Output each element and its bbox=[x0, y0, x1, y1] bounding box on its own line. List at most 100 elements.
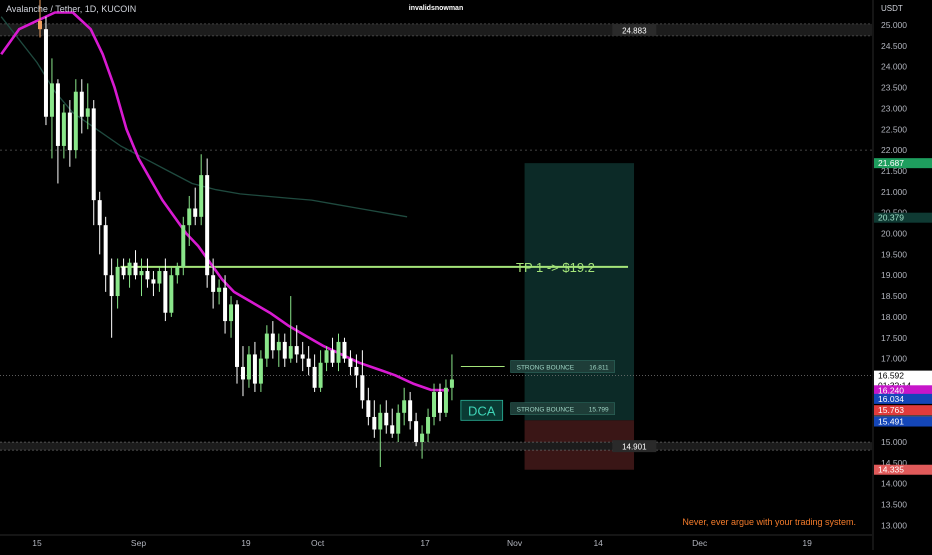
high-band bbox=[0, 23, 872, 36]
candle-body bbox=[205, 175, 210, 276]
candle-body bbox=[420, 433, 425, 442]
tp-label: TP 1 -> $19.2 bbox=[516, 260, 595, 275]
candle-body bbox=[449, 379, 454, 388]
candle-body bbox=[181, 225, 186, 267]
candlestick-chart[interactable]: TP 1 -> $19.2 DCA STRONG BOUNCE 16.811 STRON… bbox=[0, 0, 932, 550]
candle-body bbox=[252, 354, 257, 384]
candle-body bbox=[378, 412, 383, 430]
price-tick: 22.500 bbox=[881, 124, 907, 134]
bounce-box-2-label: STRONG BOUNCE bbox=[517, 407, 575, 414]
price-tick: 24.500 bbox=[881, 41, 907, 51]
candle-body bbox=[300, 354, 305, 359]
candle-body bbox=[193, 208, 198, 217]
candle-body bbox=[199, 175, 204, 217]
price-tag-text-8: 15.491 bbox=[878, 417, 904, 427]
candle-body bbox=[61, 112, 66, 146]
time-tick: 15 bbox=[32, 538, 42, 548]
high-marker-tag-text: 24.883 bbox=[622, 26, 647, 35]
candle-body bbox=[432, 391, 437, 417]
candle-body bbox=[115, 266, 120, 297]
candle-body bbox=[294, 346, 299, 355]
candle-body bbox=[342, 341, 347, 359]
candle-body bbox=[73, 91, 78, 151]
candle-body bbox=[169, 275, 174, 313]
price-tick: 20.000 bbox=[881, 229, 907, 239]
price-tag-text-3: 16.592 bbox=[878, 371, 904, 381]
candle-body bbox=[121, 266, 126, 276]
candle-body bbox=[109, 275, 114, 297]
price-tag-text-5: 16.034 bbox=[878, 394, 904, 404]
price-tag-text-10: 14.335 bbox=[878, 465, 904, 475]
price-tick: 24.000 bbox=[881, 62, 907, 72]
price-tag-text-2: 20.379 bbox=[878, 213, 904, 223]
candle-body bbox=[414, 421, 419, 442]
candle-body bbox=[426, 416, 431, 434]
candle-body bbox=[282, 341, 287, 359]
candle-body bbox=[97, 200, 102, 226]
bounce-box-1-value: 16.811 bbox=[589, 364, 609, 371]
candle-body bbox=[229, 304, 234, 322]
candle-body bbox=[133, 262, 138, 276]
time-tick: 17 bbox=[420, 538, 430, 548]
candle-body bbox=[336, 341, 341, 363]
candle-body bbox=[187, 208, 192, 226]
bounce-box-1-label: STRONG BOUNCE bbox=[517, 364, 575, 371]
currency-label[interactable]: USDT bbox=[881, 4, 903, 13]
price-tick: 13.500 bbox=[881, 500, 907, 510]
time-tick: Dec bbox=[692, 538, 708, 548]
price-tick: 19.000 bbox=[881, 270, 907, 280]
position-zones bbox=[524, 163, 635, 470]
price-tick: 14.000 bbox=[881, 479, 907, 489]
candle-body bbox=[139, 271, 144, 276]
price-tick: 23.500 bbox=[881, 83, 907, 93]
candle-body bbox=[324, 350, 329, 363]
candle-body bbox=[223, 287, 228, 322]
candle-body bbox=[288, 346, 293, 359]
candle-body bbox=[366, 400, 371, 417]
candle-body bbox=[157, 271, 162, 284]
author-name: invalidsnowman bbox=[408, 5, 464, 12]
price-axis[interactable]: 25.000 24.500 24.000 23.500 23.000 22.500 22.0… bbox=[872, 0, 932, 550]
candle-body bbox=[240, 366, 245, 380]
price-tick: 13.000 bbox=[881, 520, 907, 530]
candle-body bbox=[348, 358, 353, 367]
candle-body bbox=[330, 350, 335, 363]
time-tick: Nov bbox=[507, 538, 523, 548]
price-tick: 25.000 bbox=[881, 20, 907, 30]
time-tick: 19 bbox=[241, 538, 251, 548]
price-tick: 22.000 bbox=[881, 145, 907, 155]
price-tick: 18.500 bbox=[881, 291, 907, 301]
time-tick: 19 bbox=[802, 538, 812, 548]
candle-body bbox=[443, 387, 448, 413]
candle-body bbox=[270, 333, 275, 351]
price-tick: 23.000 bbox=[881, 103, 907, 113]
price-tick: 19.500 bbox=[881, 249, 907, 259]
candle-body bbox=[258, 358, 263, 384]
candle-body bbox=[175, 266, 180, 276]
candle-body bbox=[85, 108, 90, 117]
price-tag-text-1: 21.687 bbox=[878, 158, 904, 168]
price-tick: 17.000 bbox=[881, 354, 907, 364]
candle-body bbox=[38, 20, 42, 30]
price-tick: 15.000 bbox=[881, 437, 907, 447]
candle-body bbox=[396, 412, 401, 434]
candle-body bbox=[49, 83, 54, 117]
candle-body bbox=[145, 271, 150, 280]
candle-body bbox=[312, 366, 317, 388]
candle-body bbox=[437, 391, 442, 413]
time-tick: 14 bbox=[593, 538, 603, 548]
price-tick: 17.500 bbox=[881, 333, 907, 343]
price-tag-text-6: 15.763 bbox=[878, 405, 904, 415]
candle-body bbox=[264, 333, 269, 359]
candle-body bbox=[235, 304, 240, 367]
chart-root: TP 1 -> $19.2 DCA STRONG BOUNCE 16.811 STRON… bbox=[0, 0, 932, 550]
candle-body bbox=[163, 271, 168, 313]
low-marker-tag-text: 14.901 bbox=[622, 443, 647, 452]
candle-body bbox=[372, 416, 377, 430]
candle-body bbox=[360, 375, 365, 401]
candle-body bbox=[91, 108, 96, 201]
bounce-box-2-value: 15.799 bbox=[589, 407, 609, 414]
price-tick: 18.000 bbox=[881, 312, 907, 322]
candle-body bbox=[55, 83, 60, 146]
candle-body bbox=[217, 287, 222, 292]
